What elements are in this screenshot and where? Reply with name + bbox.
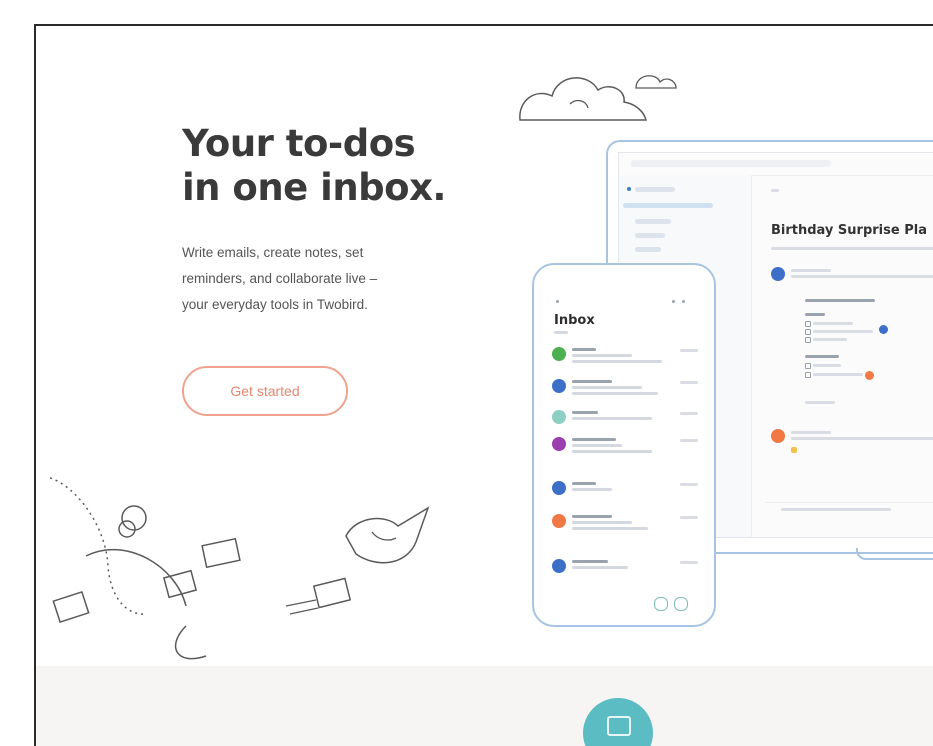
comment-line <box>791 269 831 272</box>
collaborator-cursor-icon <box>879 325 888 334</box>
subtitle-line-3: your everyday tools in Twobird. <box>182 297 368 312</box>
avatar <box>552 410 566 424</box>
row-timestamp <box>680 483 698 486</box>
get-started-button[interactable]: Get started <box>182 366 348 416</box>
inbox-row[interactable] <box>552 512 698 542</box>
sidebar-item <box>635 219 671 224</box>
row-text-line <box>572 521 632 524</box>
row-text-line <box>572 386 642 389</box>
row-text-line <box>572 444 622 447</box>
inbox-row[interactable] <box>552 377 698 407</box>
checklist-section <box>805 355 839 358</box>
search-icon <box>672 300 675 303</box>
avatar <box>552 559 566 573</box>
checkbox <box>805 337 811 343</box>
row-text-line <box>572 515 612 518</box>
menu-icon <box>556 300 559 303</box>
phone-mockup: Inbox <box>532 263 716 627</box>
next-section <box>36 666 933 746</box>
row-text-line <box>572 450 652 453</box>
row-text-line <box>572 482 596 485</box>
paper-plane-doodle-icon <box>49 477 430 660</box>
checklist-item <box>813 322 853 325</box>
add-item <box>805 401 835 404</box>
sidebar-item <box>635 187 675 192</box>
subtitle-line-2: reminders, and collaborate live – <box>182 271 378 286</box>
inbox-row[interactable] <box>552 557 698 587</box>
row-text-line <box>572 417 652 420</box>
comment-line <box>791 275 933 278</box>
row-timestamp <box>680 381 698 384</box>
row-text-line <box>572 348 596 351</box>
collaborator-cursor-icon <box>865 371 874 380</box>
compose-placeholder <box>781 508 891 511</box>
avatar <box>552 379 566 393</box>
inbox-row[interactable] <box>552 435 698 465</box>
row-timestamp <box>680 516 698 519</box>
app-icon <box>607 716 631 736</box>
row-timestamp <box>680 439 698 442</box>
subtitle-line-1: Write emails, create notes, set <box>182 245 364 260</box>
row-text-line <box>572 411 598 414</box>
search-bar <box>631 160 831 167</box>
page-title: Your to-dos in one inbox. <box>182 122 447 210</box>
laptop-note: Birthday Surprise Pla <box>751 175 933 537</box>
checkbox <box>805 372 811 378</box>
inbox-row[interactable] <box>552 479 698 509</box>
checkbox <box>805 329 811 335</box>
comment-avatar-2 <box>771 429 785 443</box>
checklist-item <box>813 330 873 333</box>
row-timestamp <box>680 561 698 564</box>
emoji-reaction <box>791 447 797 453</box>
note-meta <box>771 247 933 250</box>
cloud-doodle-icon <box>519 75 677 121</box>
checklist-item <box>813 373 863 376</box>
row-text-line <box>572 488 612 491</box>
row-text-line <box>572 380 612 383</box>
avatar <box>552 481 566 495</box>
compose-icon <box>654 597 668 611</box>
avatar <box>552 514 566 528</box>
sidebar-item <box>635 247 661 252</box>
checklist-item <box>813 364 841 367</box>
title-line-2: in one inbox. <box>182 166 447 209</box>
browser-frame: Your to-dos in one inbox. Write emails, … <box>34 24 933 746</box>
laptop-base <box>856 548 933 560</box>
laptop-toolbar <box>619 153 933 176</box>
checklist-title <box>805 299 875 302</box>
row-text-line <box>572 527 648 530</box>
row-text-line <box>572 438 616 441</box>
hero-subtitle: Write emails, create notes, set reminder… <box>182 240 502 318</box>
checklist-item <box>813 338 847 341</box>
row-timestamp <box>680 349 698 352</box>
back-link <box>771 189 779 192</box>
row-text-line <box>572 560 608 563</box>
title-line-1: Your to-dos <box>182 122 416 165</box>
checklist-section <box>805 313 825 316</box>
checkbox <box>805 363 811 369</box>
sidebar-dot <box>627 187 631 191</box>
row-timestamp <box>680 412 698 415</box>
comment-line <box>791 437 933 440</box>
sidebar-item <box>635 233 665 238</box>
note-title: Birthday Surprise Pla <box>771 223 927 238</box>
row-text-line <box>572 354 632 357</box>
avatar <box>552 347 566 361</box>
note-icon <box>674 597 688 611</box>
checkbox <box>805 321 811 327</box>
inbox-title: Inbox <box>554 313 595 328</box>
row-text-line <box>572 360 662 363</box>
inbox-subtitle <box>554 331 568 334</box>
comment-line <box>791 431 831 434</box>
row-text-line <box>572 566 628 569</box>
comment-input <box>765 502 933 517</box>
inbox-row[interactable] <box>552 345 698 375</box>
comment-avatar-1 <box>771 267 785 281</box>
settings-icon <box>682 300 685 303</box>
inbox-row[interactable] <box>552 408 698 438</box>
avatar <box>552 437 566 451</box>
sidebar-item-active <box>623 203 713 208</box>
row-text-line <box>572 392 658 395</box>
